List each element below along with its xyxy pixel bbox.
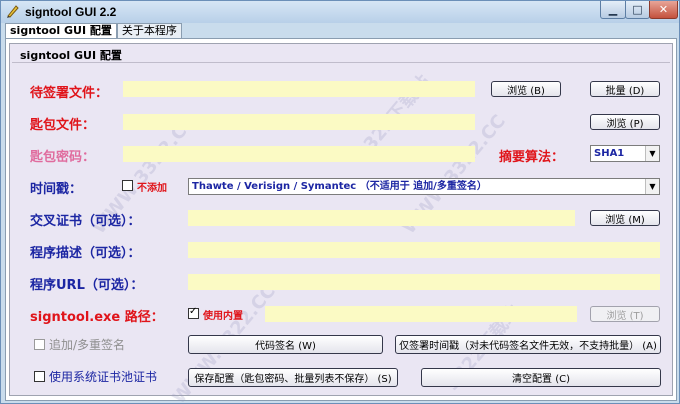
- batch-button[interactable]: 批量 (D): [590, 81, 660, 97]
- dropdown-arrow-icon: ▼: [645, 146, 659, 161]
- no-timestamp-label: 不添加: [137, 183, 167, 194]
- code-sign-button[interactable]: 代码签名 (W): [188, 335, 383, 354]
- dropdown-arrow-icon: ▼: [645, 179, 659, 194]
- timestamp-value: Thawte / Verisign / Symantec （不适用于 追加/多重…: [192, 181, 487, 192]
- pvk-input[interactable]: [123, 114, 475, 130]
- minimize-button[interactable]: ▁: [600, 1, 626, 19]
- system-store-checkbox[interactable]: [34, 371, 45, 382]
- hash-value: SHA1: [594, 148, 625, 159]
- builtin-signtool-checkbox[interactable]: [188, 306, 199, 319]
- close-button[interactable]: ✕: [649, 1, 678, 19]
- window-title: signtool GUI 2.2: [25, 5, 117, 19]
- tab-about[interactable]: 关于本程序: [116, 23, 182, 38]
- url-input[interactable]: [188, 274, 660, 290]
- config-group: signtool GUI 配置 WWW.3322.CC 3322下载站 WWW.…: [9, 43, 673, 404]
- hash-label: 摘要算法：: [499, 150, 565, 165]
- timestamp-label: 时间戳：: [30, 182, 83, 197]
- browse-files-button[interactable]: 浏览 (B): [491, 81, 561, 97]
- append-signature-label: 追加/多重签名: [49, 338, 126, 352]
- browse-signtool-button[interactable]: 浏览 (T): [590, 306, 660, 322]
- save-config-button[interactable]: 保存配置（匙包密码、批量列表不保存） (S): [188, 368, 398, 387]
- description-label: 程序描述（可选）：: [30, 246, 141, 261]
- cross-cert-label: 交叉证书（可选）：: [30, 214, 141, 229]
- clear-config-button[interactable]: 清空配置 (C): [421, 368, 661, 387]
- url-label: 程序URL（可选）：: [30, 278, 144, 293]
- tab-panel: signtool GUI 配置 WWW.3322.CC 3322下载站 WWW.…: [5, 38, 677, 404]
- maximize-button[interactable]: □: [625, 1, 650, 19]
- group-title: signtool GUI 配置: [20, 49, 122, 62]
- description-input[interactable]: [188, 242, 660, 258]
- browse-pvk-button[interactable]: 浏览 (P): [590, 114, 660, 130]
- maximize-icon: □: [632, 3, 643, 16]
- title-bar[interactable]: signtool GUI 2.2 ▁ □ ✕: [1, 1, 679, 23]
- no-timestamp-checkbox[interactable]: [122, 180, 133, 191]
- browse-cross-cert-button[interactable]: 浏览 (M): [590, 210, 660, 226]
- tab-config[interactable]: signtool GUI 配置: [5, 23, 117, 38]
- append-signature-checkbox[interactable]: [34, 339, 45, 350]
- pvk-label: 匙包文件：: [30, 118, 96, 133]
- tab-bar: signtool GUI 配置 关于本程序: [5, 23, 182, 38]
- hash-select[interactable]: SHA1 ▼: [590, 145, 660, 162]
- signtool-path-input[interactable]: [265, 306, 577, 322]
- app-window: signtool GUI 2.2 ▁ □ ✕ signtool GUI 配置 关…: [0, 0, 680, 404]
- files-input[interactable]: [123, 81, 475, 97]
- signtool-path-label: signtool.exe 路径：: [30, 310, 164, 325]
- group-divider: [12, 62, 670, 63]
- password-input[interactable]: [123, 146, 475, 162]
- cross-cert-input[interactable]: [188, 210, 575, 226]
- minimize-icon: ▁: [608, 3, 618, 16]
- builtin-signtool-label: 使用内置: [203, 311, 243, 322]
- timestamp-select[interactable]: Thawte / Verisign / Symantec （不适用于 追加/多重…: [188, 178, 660, 195]
- timestamp-only-button[interactable]: 仅签署时间戳（对未代码签名文件无效，不支持批量） (A): [395, 335, 661, 354]
- pen-icon: [7, 5, 19, 18]
- password-label: 匙包密码：: [30, 150, 96, 165]
- files-label: 待签署文件：: [30, 86, 109, 101]
- close-icon: ✕: [658, 3, 669, 16]
- system-store-label: 使用系统证书池证书: [49, 370, 158, 384]
